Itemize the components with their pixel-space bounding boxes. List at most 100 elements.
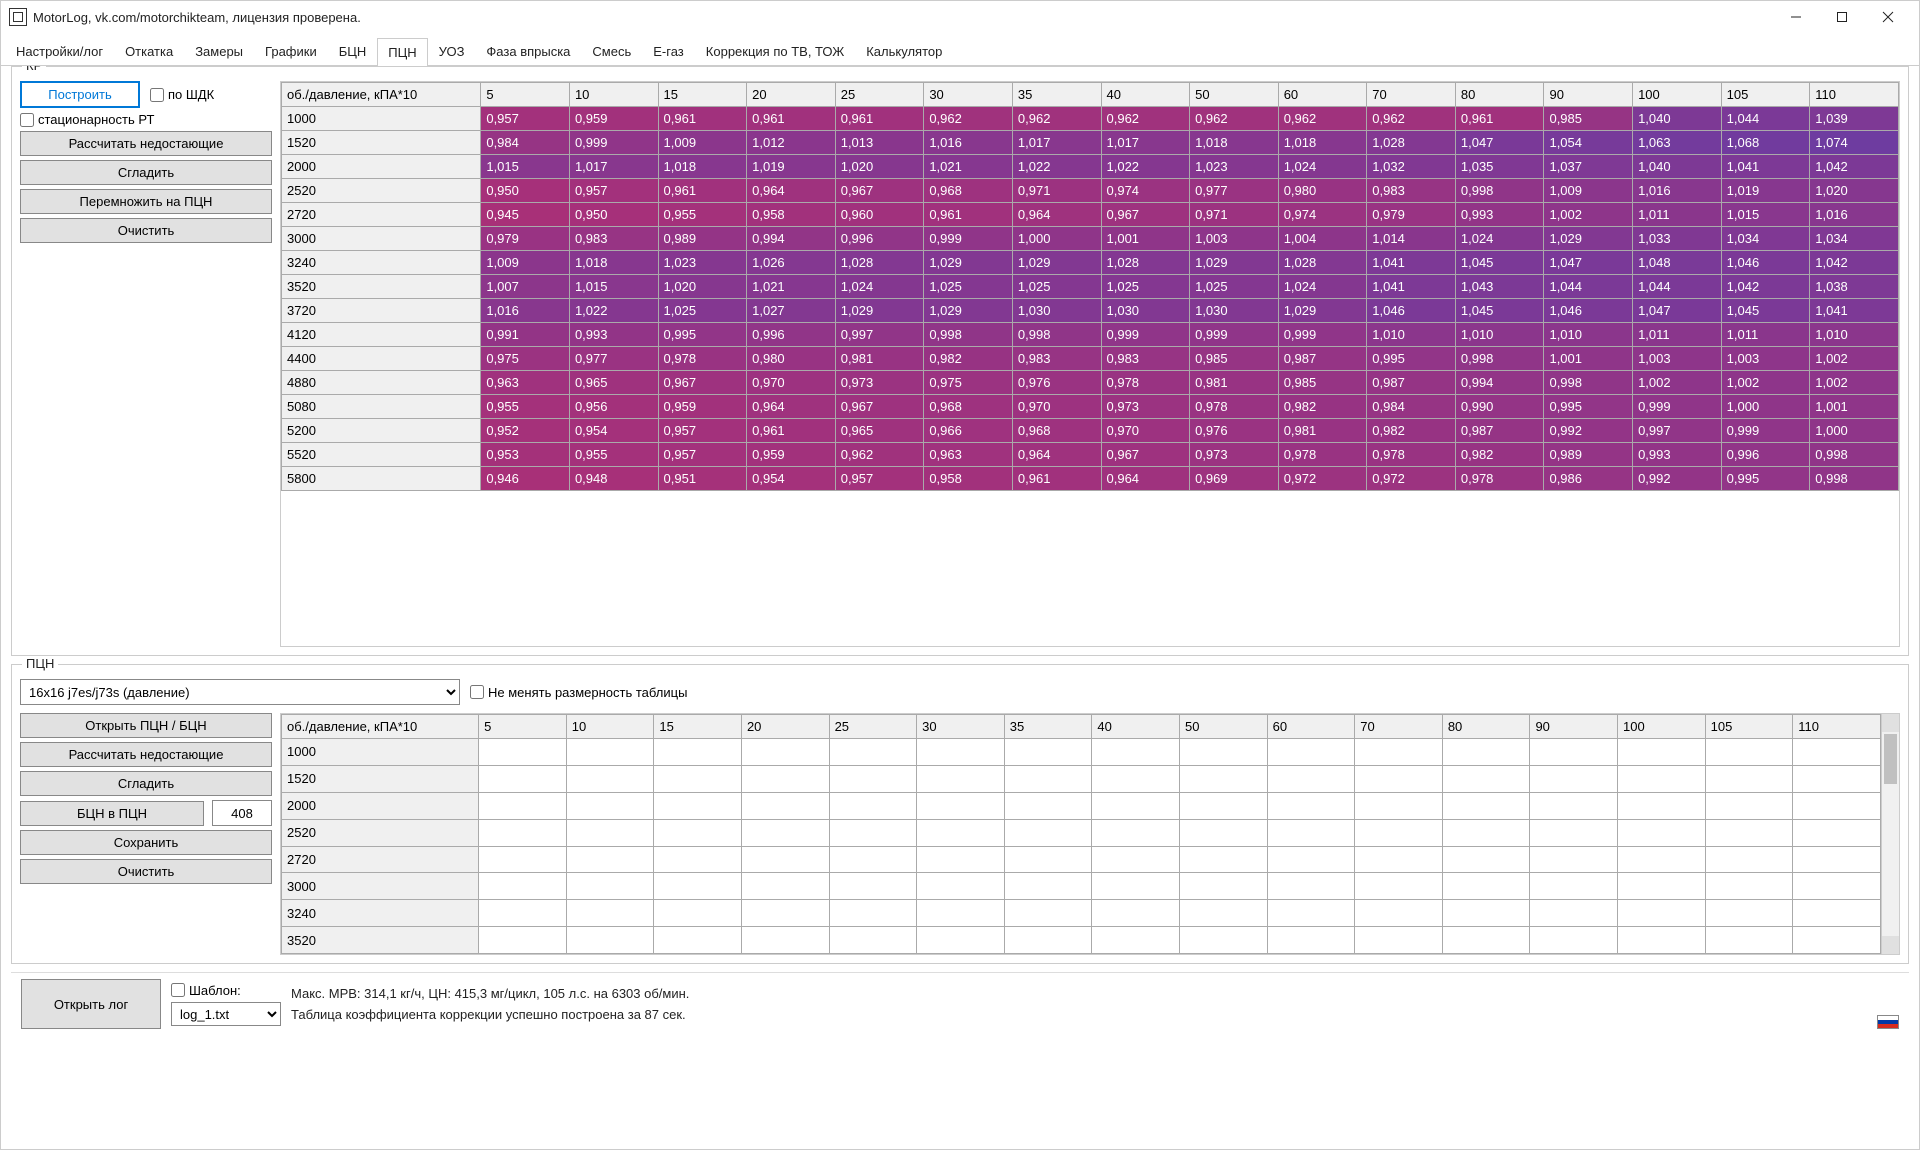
kp-row-header[interactable]: 3240 (282, 251, 481, 275)
kp-cell[interactable]: 1,038 (1810, 275, 1899, 299)
kp-cell[interactable]: 0,995 (1721, 467, 1810, 491)
kp-cell[interactable]: 0,957 (658, 443, 747, 467)
kp-cell[interactable]: 1,020 (658, 275, 747, 299)
kp-cell[interactable]: 0,978 (1455, 467, 1544, 491)
pcn-col-header[interactable]: 80 (1442, 715, 1530, 739)
kp-cell[interactable]: 0,999 (1278, 323, 1367, 347)
stationary-checkbox[interactable]: стационарность РТ (20, 112, 272, 127)
kp-col-header[interactable]: 20 (747, 83, 836, 107)
pcn-cell[interactable] (1355, 927, 1443, 954)
pcn-col-header[interactable]: 40 (1092, 715, 1180, 739)
kp-cell[interactable]: 1,068 (1721, 131, 1810, 155)
kp-cell[interactable]: 1,040 (1633, 155, 1722, 179)
kp-cell[interactable]: 1,029 (1544, 227, 1633, 251)
kp-cell[interactable]: 0,951 (658, 467, 747, 491)
kp-cell[interactable]: 0,986 (1544, 467, 1633, 491)
pcn-cell[interactable] (1442, 900, 1530, 927)
pcn-cell[interactable] (566, 792, 654, 819)
kp-col-header[interactable]: 70 (1367, 83, 1456, 107)
pcn-cell[interactable] (1618, 900, 1706, 927)
kp-cell[interactable]: 1,040 (1633, 107, 1722, 131)
pcn-cell[interactable] (1442, 765, 1530, 792)
pcn-cell[interactable] (917, 819, 1005, 846)
pcn-cell[interactable] (566, 819, 654, 846)
kp-cell[interactable]: 0,969 (1190, 467, 1279, 491)
kp-cell[interactable]: 1,015 (569, 275, 658, 299)
kp-cell[interactable]: 1,025 (1190, 275, 1279, 299)
kp-cell[interactable]: 0,967 (658, 371, 747, 395)
pcn-calc-missing-button[interactable]: Рассчитать недостающие (20, 742, 272, 767)
pcn-cell[interactable] (1705, 900, 1793, 927)
pcn-cell[interactable] (1355, 873, 1443, 900)
kp-cell[interactable]: 0,983 (1367, 179, 1456, 203)
pcn-cell[interactable] (741, 873, 829, 900)
pcn-table[interactable]: об./давление, кПА*1051015202530354050607… (280, 713, 1900, 955)
kp-cell[interactable]: 0,981 (835, 347, 924, 371)
kp-cell[interactable]: 1,001 (1101, 227, 1190, 251)
kp-cell[interactable]: 1,029 (1012, 251, 1101, 275)
kp-cell[interactable]: 0,966 (924, 419, 1013, 443)
kp-cell[interactable]: 1,041 (1721, 155, 1810, 179)
kp-cell[interactable]: 0,981 (1278, 419, 1367, 443)
tab-5[interactable]: ПЦН (377, 38, 427, 66)
kp-cell[interactable]: 1,022 (1012, 155, 1101, 179)
pcn-cell[interactable] (829, 846, 917, 873)
pcn-cell[interactable] (1267, 900, 1355, 927)
kp-cell[interactable]: 1,027 (747, 299, 836, 323)
kp-cell[interactable]: 0,970 (747, 371, 836, 395)
pcn-smooth-button[interactable]: Сгладить (20, 771, 272, 796)
kp-cell[interactable]: 0,980 (747, 347, 836, 371)
pcn-cell[interactable] (1618, 792, 1706, 819)
pcn-cell[interactable] (829, 765, 917, 792)
pcn-cell[interactable] (829, 873, 917, 900)
kp-corner-header[interactable]: об./давление, кПА*10 (282, 83, 481, 107)
kp-cell[interactable]: 0,967 (835, 179, 924, 203)
kp-col-header[interactable]: 105 (1721, 83, 1810, 107)
kp-cell[interactable]: 1,074 (1810, 131, 1899, 155)
kp-cell[interactable]: 0,965 (835, 419, 924, 443)
kp-cell[interactable]: 0,994 (1455, 371, 1544, 395)
kp-cell[interactable]: 0,962 (924, 107, 1013, 131)
tab-1[interactable]: Откатка (114, 37, 184, 65)
pcn-cell[interactable] (1267, 873, 1355, 900)
kp-cell[interactable]: 0,996 (835, 227, 924, 251)
kp-cell[interactable]: 1,029 (1190, 251, 1279, 275)
pcn-cell[interactable] (654, 765, 742, 792)
pcn-col-header[interactable]: 100 (1618, 715, 1706, 739)
kp-cell[interactable]: 1,028 (1367, 131, 1456, 155)
kp-cell[interactable]: 0,982 (1278, 395, 1367, 419)
pcn-row-header[interactable]: 2000 (282, 792, 479, 819)
pcn-row-header[interactable]: 3240 (282, 900, 479, 927)
pcn-cell[interactable] (479, 900, 567, 927)
kp-cell[interactable]: 0,972 (1278, 467, 1367, 491)
kp-row-header[interactable]: 3000 (282, 227, 481, 251)
kp-col-header[interactable]: 110 (1810, 83, 1899, 107)
kp-cell[interactable]: 1,021 (924, 155, 1013, 179)
pcn-cell[interactable] (829, 927, 917, 954)
kp-cell[interactable]: 0,994 (747, 227, 836, 251)
kp-row-header[interactable]: 2000 (282, 155, 481, 179)
kp-cell[interactable]: 0,971 (1012, 179, 1101, 203)
kp-cell[interactable]: 0,973 (1190, 443, 1279, 467)
kp-cell[interactable]: 0,962 (1190, 107, 1279, 131)
pcn-cell[interactable] (1618, 765, 1706, 792)
kp-cell[interactable]: 1,048 (1633, 251, 1722, 275)
kp-cell[interactable]: 0,999 (924, 227, 1013, 251)
pcn-col-header[interactable]: 105 (1705, 715, 1793, 739)
kp-cell[interactable]: 1,009 (1544, 179, 1633, 203)
kp-row-header[interactable]: 3720 (282, 299, 481, 323)
kp-cell[interactable]: 1,017 (569, 155, 658, 179)
kp-row-header[interactable]: 2720 (282, 203, 481, 227)
kp-cell[interactable]: 0,961 (924, 203, 1013, 227)
kp-cell[interactable]: 0,963 (924, 443, 1013, 467)
pcn-cell[interactable] (1705, 927, 1793, 954)
kp-cell[interactable]: 0,952 (481, 419, 570, 443)
template-checkbox[interactable]: Шаблон: (171, 983, 281, 998)
pcn-cell[interactable] (1530, 873, 1618, 900)
pcn-cell[interactable] (1180, 873, 1268, 900)
kp-cell[interactable]: 0,962 (1367, 107, 1456, 131)
pcn-cell[interactable] (1092, 765, 1180, 792)
pcn-cell[interactable] (1267, 846, 1355, 873)
kp-cell[interactable]: 1,047 (1544, 251, 1633, 275)
kp-cell[interactable]: 1,012 (747, 131, 836, 155)
